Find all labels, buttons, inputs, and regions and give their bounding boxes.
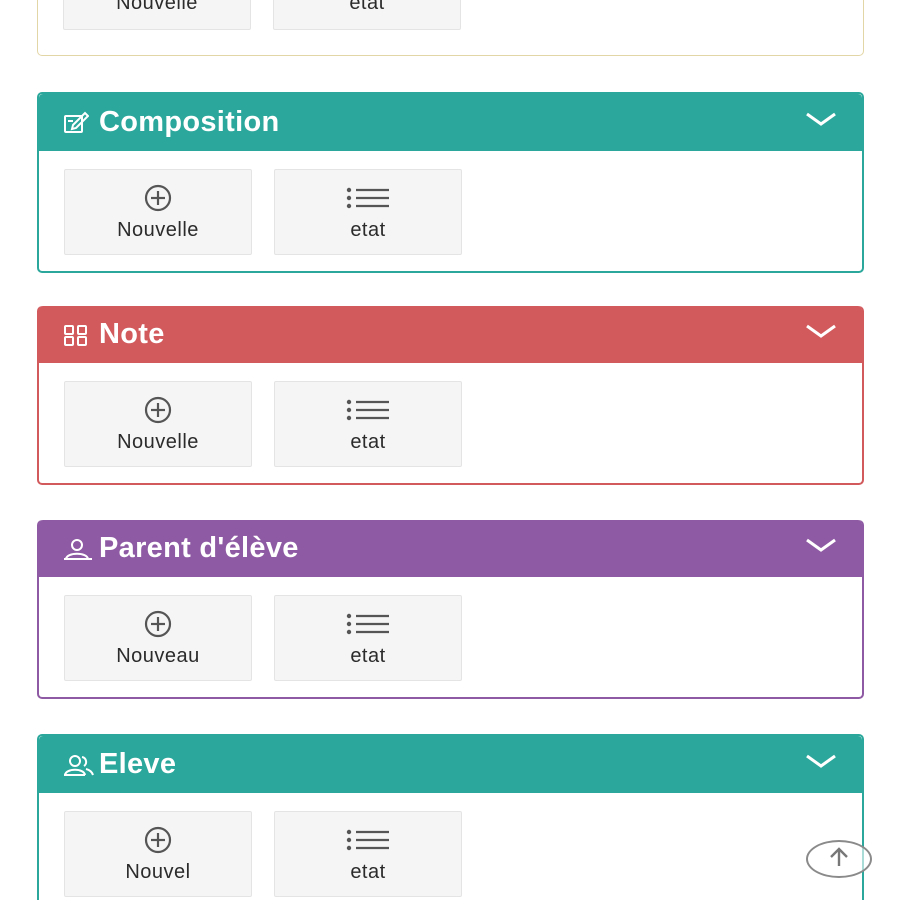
plus-circle-icon	[135, 609, 181, 639]
users-icon	[63, 752, 99, 778]
panel-previous: Nouvelle etat	[37, 0, 864, 56]
plus-circle-icon	[135, 825, 181, 855]
plus-circle-icon	[135, 183, 181, 213]
new-button[interactable]: Nouvelle	[63, 0, 251, 30]
list-icon	[345, 395, 391, 425]
panel-parent: Parent d'élève Nouveau etat	[37, 520, 864, 699]
new-button-label: Nouvel	[125, 860, 191, 883]
plus-circle-icon	[135, 395, 181, 425]
state-button[interactable]: etat	[273, 0, 461, 30]
panel-composition: Composition Nouvelle etat	[37, 92, 864, 273]
panel-title: Composition	[99, 106, 280, 138]
new-button[interactable]: Nouveau	[64, 595, 252, 681]
panel-title: Parent d'élève	[99, 532, 299, 564]
new-button-label: Nouvelle	[116, 0, 198, 14]
state-button-label: etat	[350, 218, 386, 241]
edit-icon	[63, 110, 99, 136]
chevron-down-icon[interactable]	[804, 750, 838, 772]
user-icon	[63, 536, 99, 562]
new-button-label: Nouvelle	[117, 430, 199, 453]
new-button-label: Nouveau	[116, 644, 200, 667]
chevron-down-icon[interactable]	[804, 534, 838, 556]
new-button[interactable]: Nouvelle	[64, 381, 252, 467]
scroll-to-top-button[interactable]	[806, 840, 872, 878]
new-button[interactable]: Nouvelle	[64, 169, 252, 255]
panel-title: Note	[99, 318, 165, 350]
chevron-down-icon[interactable]	[804, 108, 838, 130]
panel-header-eleve[interactable]: Eleve	[39, 736, 862, 793]
chevron-down-icon[interactable]	[804, 320, 838, 342]
state-button[interactable]: etat	[274, 381, 462, 467]
panel-header-note[interactable]: Note	[39, 306, 862, 363]
state-button[interactable]: etat	[274, 169, 462, 255]
state-button-label: etat	[350, 430, 386, 453]
panel-header-parent[interactable]: Parent d'élève	[39, 520, 862, 577]
list-icon	[345, 183, 391, 213]
panel-title: Eleve	[99, 748, 177, 780]
panel-header-composition[interactable]: Composition	[39, 94, 862, 151]
state-button[interactable]: etat	[274, 811, 462, 897]
new-button-label: Nouvelle	[117, 218, 199, 241]
new-button[interactable]: Nouvel	[64, 811, 252, 897]
list-icon	[345, 609, 391, 639]
state-button-label: etat	[350, 644, 386, 667]
state-button-label: etat	[350, 860, 386, 883]
state-button[interactable]: etat	[274, 595, 462, 681]
list-icon	[345, 825, 391, 855]
state-button-label: etat	[349, 0, 385, 14]
panel-note: Note Nouvelle etat	[37, 306, 864, 485]
panel-eleve: Eleve Nouvel etat	[37, 734, 864, 900]
arrow-up-circle-icon	[827, 845, 851, 874]
grid-icon	[63, 322, 99, 348]
